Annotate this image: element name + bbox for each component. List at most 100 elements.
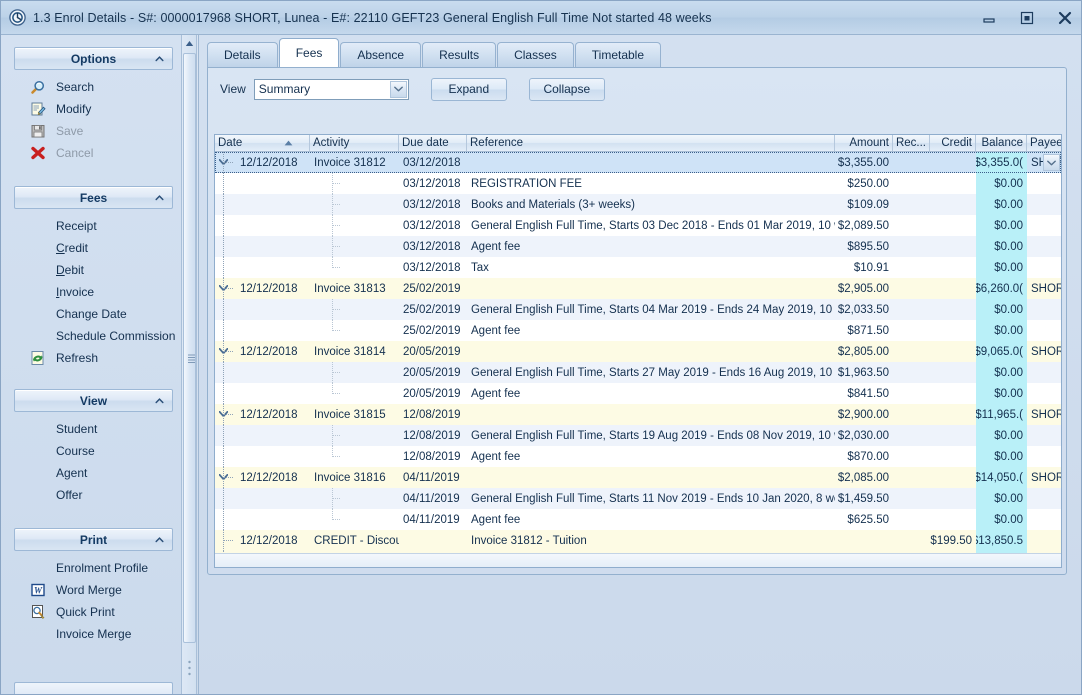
sidebar-item-search[interactable]: Search xyxy=(14,76,173,98)
cell-balance: $9,065.0( xyxy=(976,341,1027,362)
sidebar-item-agent[interactable]: Agent xyxy=(14,462,173,484)
table-row-detail[interactable]: 03/12/2018General English Full Time, Sta… xyxy=(215,215,1061,236)
cell-payee xyxy=(1027,446,1062,467)
tree-toggle[interactable] xyxy=(215,152,236,173)
cell-amount: $3,355.00 xyxy=(835,152,893,173)
table-row-group[interactable]: 12/12/2018Invoice 3181203/12/2018$3,355.… xyxy=(215,152,1061,173)
collapse-button[interactable]: Collapse xyxy=(529,78,605,101)
sidebar-scrollbar[interactable] xyxy=(181,35,197,695)
table-row-group[interactable]: 12/12/2018Invoice 3181512/08/2019$2,900.… xyxy=(215,404,1061,425)
tab-fees[interactable]: Fees xyxy=(279,38,340,67)
column-header-amount[interactable]: Amount xyxy=(835,135,893,151)
view-select-arrow-button[interactable] xyxy=(390,81,407,98)
cell-reference: Tax xyxy=(467,257,835,278)
sidebar-item-receipt[interactable]: Receipt xyxy=(14,215,173,237)
fees-tab-panel: View Summary Expand Collapse Date xyxy=(207,67,1067,575)
panel-header-fees[interactable]: Fees xyxy=(14,186,173,209)
view-select[interactable]: Summary xyxy=(254,79,409,100)
sidebar-item-offer[interactable]: Offer xyxy=(14,484,173,506)
minimize-button[interactable] xyxy=(981,10,997,26)
cell-credit xyxy=(930,278,976,299)
sidebar-item-debit[interactable]: Debit xyxy=(14,259,173,281)
table-row-group[interactable]: 12/12/2018Invoice 3181325/02/2019$2,905.… xyxy=(215,278,1061,299)
sidebar-item-change-date[interactable]: Change Date xyxy=(14,303,173,325)
tree-toggle[interactable] xyxy=(215,467,236,488)
expand-button[interactable]: Expand xyxy=(431,78,507,101)
refresh-icon xyxy=(30,350,46,366)
tree-line xyxy=(223,446,224,467)
scroll-up-button[interactable] xyxy=(183,36,196,51)
cell-credit xyxy=(930,152,976,173)
close-button[interactable] xyxy=(1057,10,1073,26)
sidebar-item-cancel[interactable]: Cancel xyxy=(14,142,173,164)
splitter-grip-icon[interactable] xyxy=(188,660,191,680)
table-row-detail[interactable]: 03/12/2018Tax$10.91$0.00 xyxy=(215,257,1061,278)
sidebar-panel-partial[interactable] xyxy=(14,682,173,695)
column-header-balance[interactable]: Balance xyxy=(976,135,1027,151)
sidebar-item-student[interactable]: Student xyxy=(14,418,173,440)
sidebar-item-save[interactable]: Save xyxy=(14,120,173,142)
sidebar-item-enrolment-profile[interactable]: Enrolment Profile xyxy=(14,557,173,579)
cell-balance: $0.00 xyxy=(976,509,1027,530)
panel-header-options[interactable]: Options xyxy=(14,47,173,70)
sidebar-item-invoice-merge[interactable]: Invoice Merge xyxy=(14,623,173,645)
cell-reference xyxy=(467,278,835,299)
tree-toggle[interactable] xyxy=(215,404,236,425)
sidebar-item-label: Receipt xyxy=(56,219,97,233)
table-row-detail[interactable]: 12/08/2019Agent fee$870.00$0.00 xyxy=(215,446,1061,467)
table-row-detail[interactable]: 03/12/2018Agent fee$895.50$0.00 xyxy=(215,236,1061,257)
sidebar-item-refresh[interactable]: Refresh xyxy=(14,347,173,369)
table-row-detail[interactable]: 25/02/2019General English Full Time, Sta… xyxy=(215,299,1061,320)
tree-toggle[interactable] xyxy=(215,341,236,362)
tree-toggle[interactable] xyxy=(215,278,236,299)
tree-spacer xyxy=(215,425,236,446)
tab-details[interactable]: Details xyxy=(207,42,278,67)
column-header-date[interactable]: Date xyxy=(215,135,310,151)
panel-header-print[interactable]: Print xyxy=(14,528,173,551)
column-header-rec[interactable]: Rec... xyxy=(893,135,930,151)
word-doc-icon: W xyxy=(30,582,46,598)
tab-label: Classes xyxy=(514,48,557,62)
table-row-detail[interactable]: 20/05/2019General English Full Time, Sta… xyxy=(215,362,1061,383)
tree-line xyxy=(223,351,233,352)
table-row-detail[interactable]: 20/05/2019Agent fee$841.50$0.00 xyxy=(215,383,1061,404)
sidebar-item-modify[interactable]: Modify xyxy=(14,98,173,120)
panel-header-view[interactable]: View xyxy=(14,389,173,412)
sidebar-item-credit[interactable]: Credit xyxy=(14,237,173,259)
cell-credit xyxy=(930,257,976,278)
column-header-activity[interactable]: Activity xyxy=(310,135,399,151)
table-row-leaf[interactable]: 12/12/2018CREDIT - DiscouInvoice 31812 -… xyxy=(215,530,1061,551)
table-row-detail[interactable]: 04/11/2019Agent fee$625.50$0.00 xyxy=(215,509,1061,530)
cell-credit xyxy=(930,215,976,236)
scrollbar-thumb[interactable] xyxy=(183,53,196,643)
sidebar-item-course[interactable]: Course xyxy=(14,440,173,462)
table-row-group[interactable]: 12/12/2018Invoice 3181604/11/2019$2,085.… xyxy=(215,467,1061,488)
cell-date xyxy=(236,446,310,467)
restore-button[interactable] xyxy=(1019,10,1035,26)
cell-date xyxy=(236,299,310,320)
table-row-detail[interactable]: 03/12/2018Books and Materials (3+ weeks)… xyxy=(215,194,1061,215)
fees-grid[interactable]: Date Activity Due date Reference xyxy=(214,134,1062,568)
sidebar-item-quick-print[interactable]: Quick Print xyxy=(14,601,173,623)
tab-classes[interactable]: Classes xyxy=(497,42,574,67)
table-row-detail[interactable]: 25/02/2019Agent fee$871.50$0.00 xyxy=(215,320,1061,341)
column-header-credit[interactable]: Credit xyxy=(930,135,976,151)
tab-absence[interactable]: Absence xyxy=(340,42,421,67)
tab-timetable[interactable]: Timetable xyxy=(575,42,661,67)
row-dropdown-button[interactable] xyxy=(1043,154,1060,171)
table-row-detail[interactable]: 12/08/2019General English Full Time, Sta… xyxy=(215,425,1061,446)
sidebar-item-word-merge[interactable]: W Word Merge xyxy=(14,579,173,601)
panel-body-print: Enrolment Profile W Word Merge xyxy=(14,551,173,645)
sidebar-item-schedule-commission[interactable]: Schedule Commission xyxy=(14,325,173,347)
tab-results[interactable]: Results xyxy=(422,42,496,67)
column-header-reference[interactable]: Reference xyxy=(467,135,835,151)
cell-date xyxy=(236,257,310,278)
table-row-detail[interactable]: 03/12/2018REGISTRATION FEE$250.00$0.00 xyxy=(215,173,1061,194)
column-header-payee[interactable]: Payee xyxy=(1027,135,1062,151)
cell-activity xyxy=(346,425,399,446)
sidebar-item-invoice[interactable]: Invoice xyxy=(14,281,173,303)
column-header-due-date[interactable]: Due date xyxy=(399,135,467,151)
cell-date xyxy=(236,173,310,194)
table-row-group[interactable]: 12/12/2018Invoice 3181420/05/2019$2,805.… xyxy=(215,341,1061,362)
table-row-detail[interactable]: 04/11/2019General English Full Time, Sta… xyxy=(215,488,1061,509)
